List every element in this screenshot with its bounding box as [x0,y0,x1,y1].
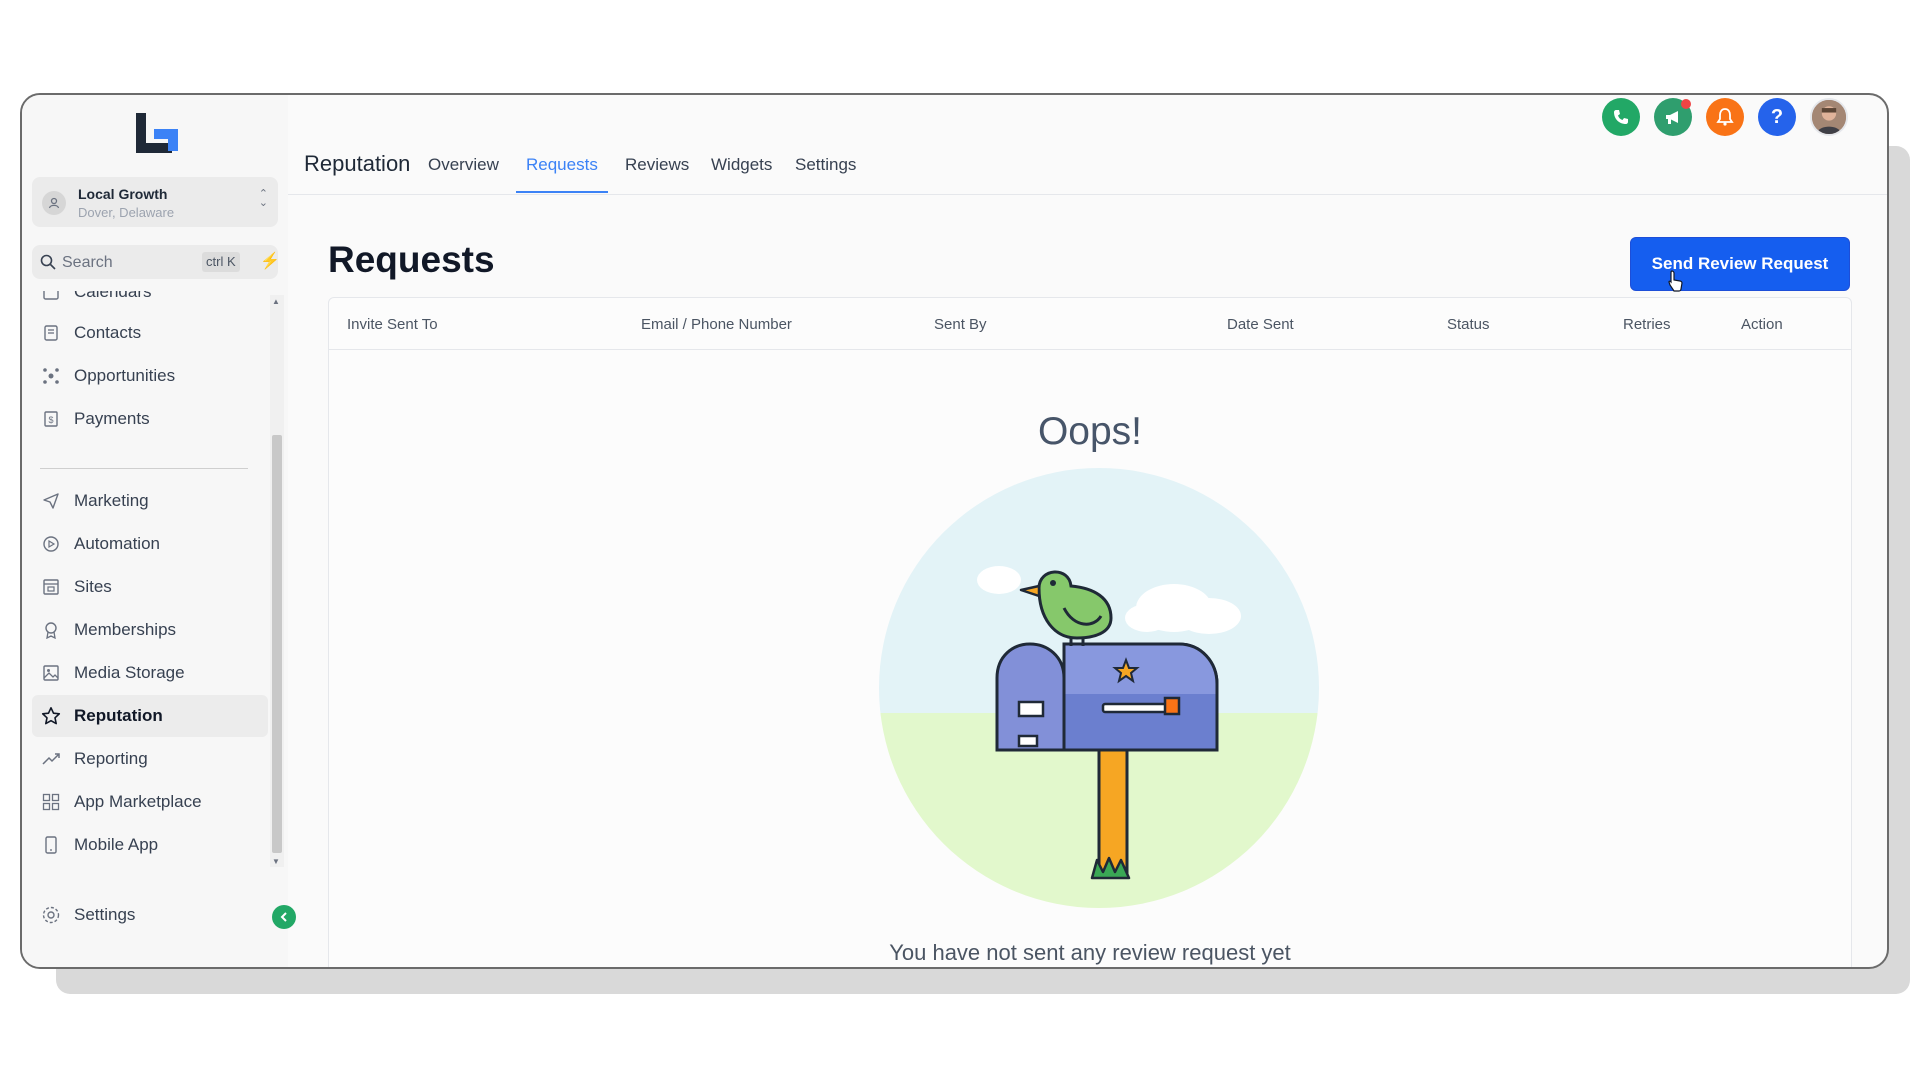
sidebar-item-label: Payments [74,409,150,428]
sidebar-nav: Calendars Contacts Opportunities $ Payme… [22,291,288,871]
sidebar-item-label: App Marketplace [74,792,202,811]
sidebar-item-label: Reporting [74,749,148,768]
page-title: Requests [328,239,495,280]
tab-reviews[interactable]: Reviews [625,155,689,175]
search-placeholder: Search [62,254,113,271]
sidebar-item-opportunities[interactable]: Opportunities [32,355,268,397]
sidebar-scroll-thumb[interactable] [272,435,282,853]
send-icon [40,490,62,512]
sidebar-item-reporting[interactable]: Reporting [32,738,268,780]
requests-table: Invite Sent To Email / Phone Number Sent… [328,297,1852,967]
avatar[interactable] [1810,98,1848,136]
app-window: Local Growth Dover, Delaware ⌃ ⌄ Search c… [20,93,1889,969]
image-icon [40,662,62,684]
chevron-left-icon [280,912,287,922]
empty-state-heading: Oops! [1037,410,1143,453]
sidebar-item-contacts[interactable]: Contacts [32,312,268,354]
sidebar-item-label: Contacts [74,323,142,342]
bell-icon[interactable] [1706,98,1744,136]
account-name: Local Growth [78,186,168,202]
column-header: Action [1741,316,1783,333]
sidebar-item-label: Memberships [74,620,177,639]
sidebar-item-payments[interactable]: $ Payments [32,398,268,440]
help-icon[interactable]: ? [1758,98,1796,136]
top-bar: Reputation Overview Requests Reviews Wid… [288,95,1887,195]
chevron-updown-icon: ⌃ ⌄ [258,188,268,209]
table-header: Invite Sent To Email / Phone Number Sent… [329,298,1851,350]
tab-requests[interactable]: Requests [526,155,598,175]
megaphone-icon[interactable] [1654,98,1692,136]
mobile-icon [40,834,62,856]
phone-icon[interactable] [1602,98,1640,136]
tab-overview[interactable]: Overview [428,155,499,175]
opportunities-icon [40,365,62,387]
column-header: Email / Phone Number [641,316,792,333]
gear-icon [40,904,62,926]
column-header: Date Sent [1227,316,1294,333]
sidebar-item-label: Reputation [74,706,163,725]
help-glyph: ? [1770,105,1784,128]
column-header: Sent By [934,316,987,333]
tab-widgets[interactable]: Widgets [711,155,772,175]
star-icon [40,705,62,727]
location-icon [42,191,66,215]
notification-dot [1681,99,1691,109]
contacts-icon [40,322,62,344]
sidebar-item-settings[interactable]: Settings [32,895,268,935]
sidebar-item-reputation[interactable]: Reputation [32,695,268,737]
sidebar-item-marketing[interactable]: Marketing [32,480,268,522]
mouse-cursor-icon [1668,270,1683,292]
sidebar: Local Growth Dover, Delaware ⌃ ⌄ Search c… [22,95,296,967]
award-icon [40,619,62,641]
svg-text:$: $ [48,415,53,425]
send-review-request-button[interactable]: Send Review Request [1630,237,1850,291]
grid-icon [40,791,62,813]
sidebar-item-label: Mobile App [74,835,159,854]
sidebar-item-label: Sites [74,577,112,596]
sidebar-item-label: Media Storage [74,663,185,682]
search-box[interactable]: Search ctrl K ⚡ [32,245,280,279]
mailbox-illustration [879,468,1319,908]
calendar-icon [40,291,62,303]
sidebar-item-memberships[interactable]: Memberships [32,609,268,651]
page-section-title: Reputation [304,151,411,176]
collapse-sidebar-button[interactable] [272,905,296,929]
account-switcher[interactable]: Local Growth Dover, Delaware ⌃ ⌄ [32,177,278,227]
sidebar-item-automation[interactable]: Automation [32,523,268,565]
search-shortcut: ctrl K [202,252,240,272]
sidebar-divider [40,468,248,469]
sites-icon [40,576,62,598]
sidebar-item-label: Marketing [74,491,149,510]
sidebar-item-label: Calendars [74,291,152,301]
column-header: Status [1447,316,1490,333]
sidebar-item-app-marketplace[interactable]: App Marketplace [32,781,268,823]
tab-settings[interactable]: Settings [795,155,856,175]
empty-state-message: You have not sent any review request yet [889,940,1291,965]
bolt-icon[interactable]: ⚡ [260,251,280,271]
sidebar-item-calendars[interactable]: Calendars [32,291,268,313]
sidebar-item-label: Automation [74,534,160,553]
column-header: Invite Sent To [347,316,438,333]
account-location: Dover, Delaware [78,205,175,220]
trend-icon [40,748,62,770]
scroll-down-icon[interactable]: ▼ [272,857,280,866]
app-logo [136,113,178,153]
sidebar-item-media-storage[interactable]: Media Storage [32,652,268,694]
settings-label: Settings [74,905,136,924]
sidebar-item-mobile-app[interactable]: Mobile App [32,824,268,866]
sidebar-item-label: Opportunities [74,366,176,385]
column-header: Retries [1623,316,1671,333]
sidebar-item-sites[interactable]: Sites [32,566,268,608]
payments-icon: $ [40,408,62,430]
scroll-up-icon[interactable]: ▲ [272,297,280,306]
search-icon [40,254,56,270]
automation-icon [40,533,62,555]
active-tab-indicator [516,191,608,193]
